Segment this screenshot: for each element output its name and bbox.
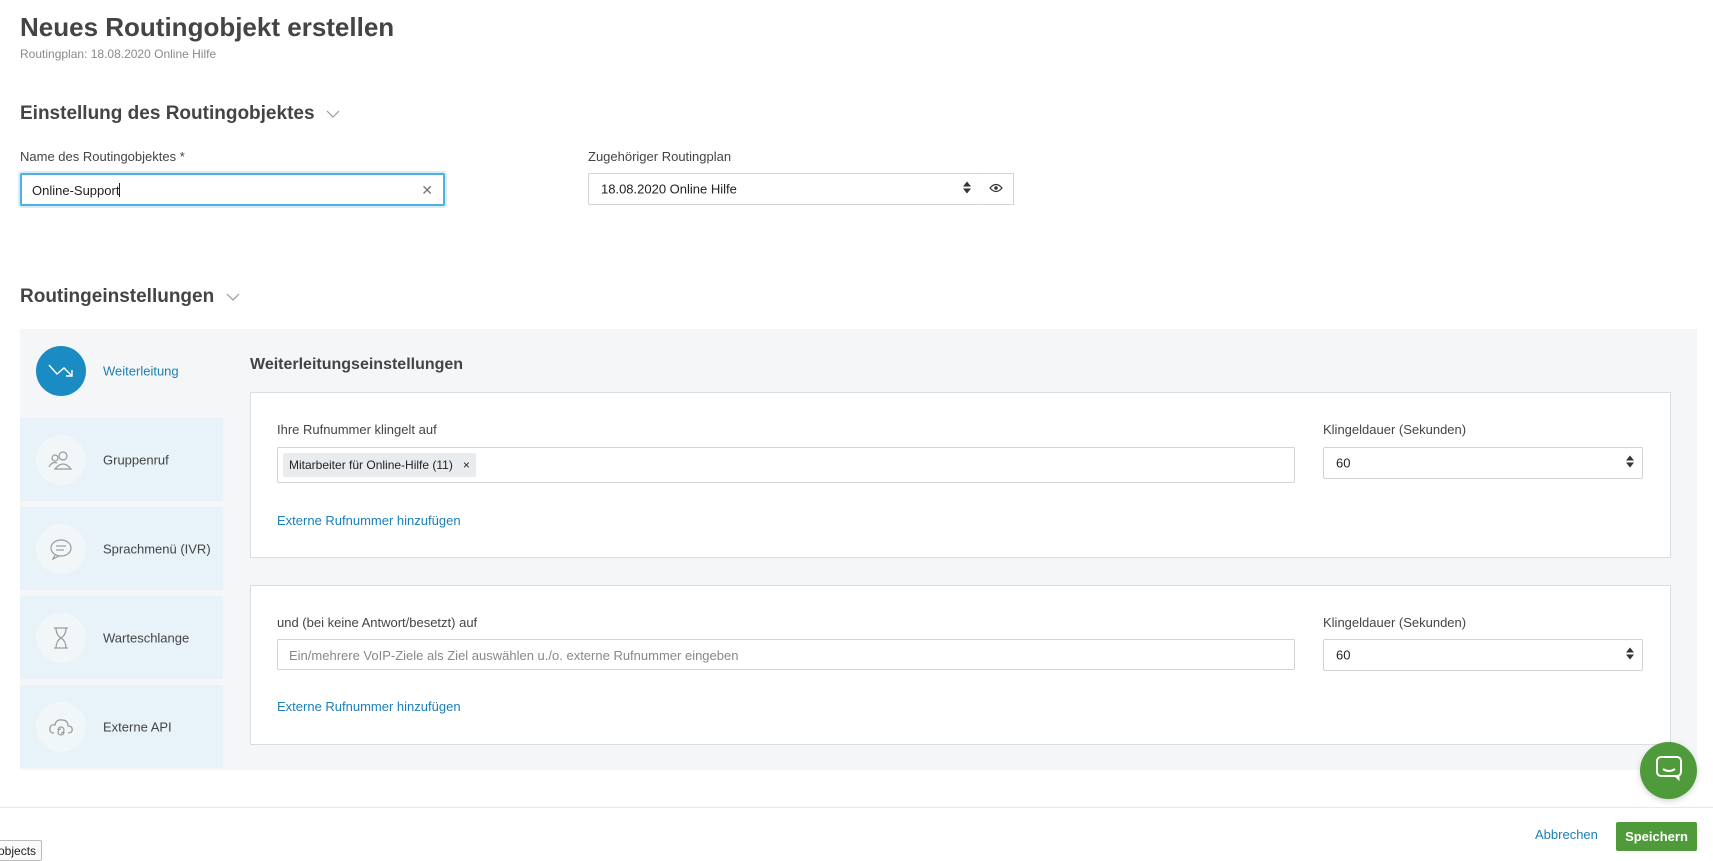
name-input-value: Online-Support [32, 183, 121, 198]
fallback-ring-label: und (bei keine Antwort/besetzt) auf [277, 615, 478, 630]
tab-warteschlange[interactable]: Warteschlange [20, 596, 223, 679]
fallback-targets-input[interactable]: Ein/mehrere VoIP-Ziele als Ziel auswähle… [277, 639, 1295, 670]
tab-sprachmenue[interactable]: Sprachmenü (IVR) [20, 507, 223, 590]
chat-button[interactable] [1640, 742, 1697, 799]
fallback-duration-select[interactable]: 60 [1323, 639, 1643, 671]
primary-duration-value: 60 [1336, 455, 1351, 471]
tab-label: Externe API [103, 719, 172, 734]
tab-label: Sprachmenü (IVR) [103, 541, 211, 556]
tooltip: objects [0, 840, 43, 861]
sort-arrows-icon [1626, 455, 1634, 471]
view-plan-button[interactable] [979, 173, 1014, 205]
footer-divider [0, 807, 1713, 808]
name-input[interactable]: Online-Support ✕ [20, 173, 445, 206]
tab-label: Weiterleitung [103, 363, 179, 378]
forward-arrow-icon [36, 345, 86, 396]
tab-weiterleitung[interactable]: Weiterleitung [20, 329, 223, 412]
fallback-placeholder: Ein/mehrere VoIP-Ziele als Ziel auswähle… [289, 648, 739, 663]
chevron-down-icon [326, 103, 340, 125]
cancel-button[interactable]: Abbrechen [1535, 827, 1598, 842]
forwarding-title: Weiterleitungseinstellungen [250, 356, 464, 373]
add-external-number-link[interactable]: Externe Rufnummer hinzufügen [277, 513, 461, 528]
tab-label: Warteschlange [103, 630, 190, 645]
plan-field-label: Zugehöriger Routingplan [588, 149, 732, 164]
tab-gruppenruf[interactable]: Gruppenruf [20, 418, 223, 501]
group-icon [36, 434, 86, 485]
fallback-duration-value: 60 [1336, 647, 1351, 663]
clear-icon[interactable]: ✕ [421, 182, 433, 199]
tab-label: Gruppenruf [103, 452, 169, 467]
eye-icon [989, 180, 1003, 198]
primary-duration-label: Klingeldauer (Sekunden) [1323, 422, 1467, 437]
settings-section-title: Einstellung des Routingobjektes [20, 103, 315, 125]
chat-icon [1655, 755, 1683, 786]
fallback-duration-label: Klingeldauer (Sekunden) [1323, 615, 1467, 630]
cloud-sync-icon [36, 701, 86, 752]
page-subtitle: Routingplan: 18.08.2020 Online Hilfe [20, 47, 217, 61]
routing-section-title: Routingeinstellungen [20, 286, 215, 308]
primary-targets-input[interactable]: Mitarbeiter für Online-Hilfe (11) × [277, 447, 1295, 483]
sort-arrows-icon [1626, 647, 1634, 663]
sort-arrows-icon [963, 181, 971, 197]
settings-section-header[interactable]: Einstellung des Routingobjektes [20, 103, 340, 125]
name-field-label: Name des Routingobjektes * [20, 149, 185, 164]
plan-select[interactable]: 18.08.2020 Online Hilfe [588, 173, 980, 205]
target-tag: Mitarbeiter für Online-Hilfe (11) × [283, 453, 476, 477]
tag-remove-icon[interactable]: × [463, 458, 470, 472]
primary-duration-select[interactable]: 60 [1323, 447, 1643, 479]
hourglass-icon [36, 612, 86, 663]
routing-section-header[interactable]: Routingeinstellungen [20, 286, 240, 308]
chevron-down-icon [226, 286, 240, 308]
save-button[interactable]: Speichern [1616, 822, 1697, 851]
tab-externe-api[interactable]: Externe API [20, 685, 223, 768]
primary-ring-label: Ihre Rufnummer klingelt auf [277, 422, 437, 437]
add-external-number-link[interactable]: Externe Rufnummer hinzufügen [277, 699, 461, 714]
speech-bubble-icon [36, 523, 86, 574]
plan-select-value: 18.08.2020 Online Hilfe [601, 181, 737, 197]
page-title: Neues Routingobjekt erstellen [20, 12, 395, 42]
